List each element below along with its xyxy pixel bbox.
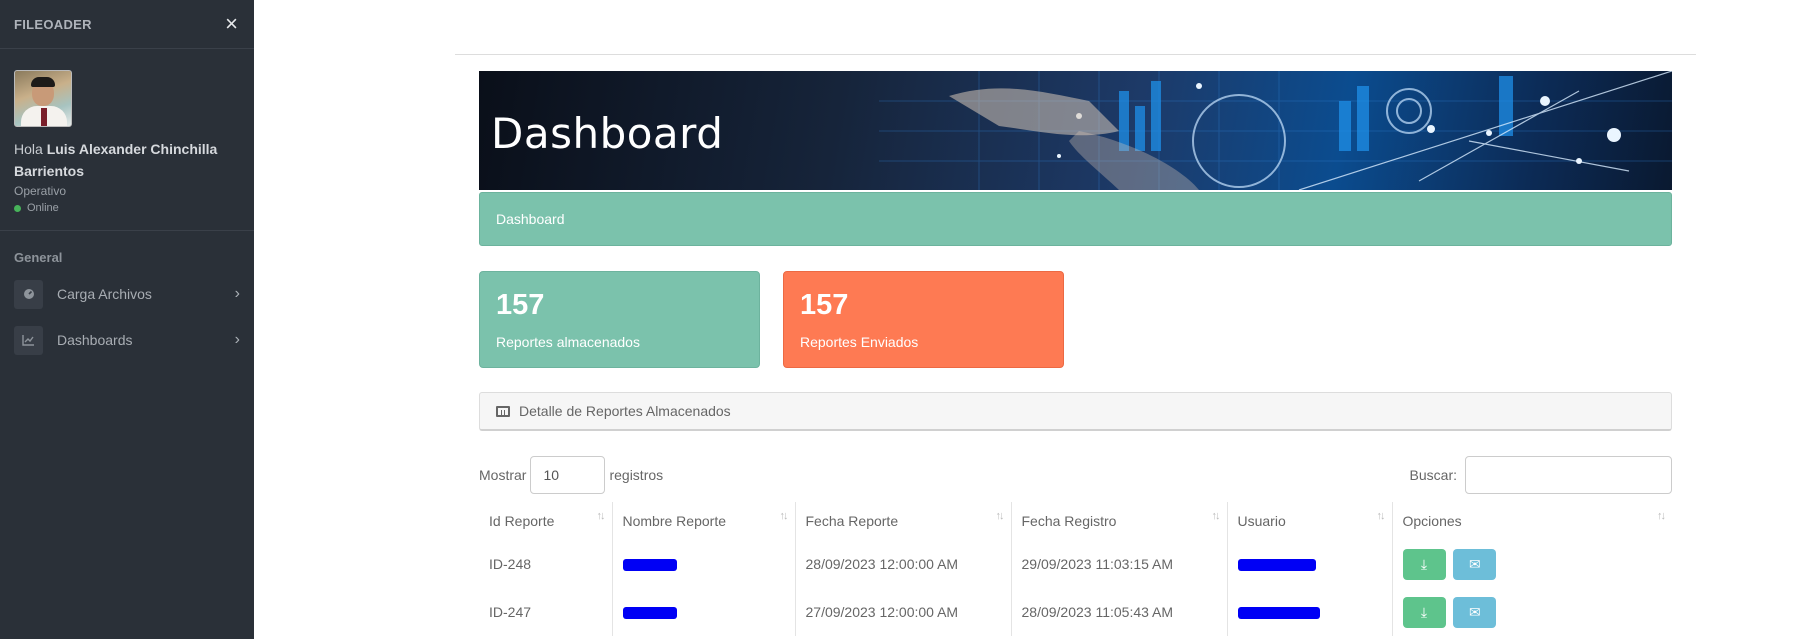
cell-opciones: ⤓ ✉ <box>1392 540 1672 588</box>
divider <box>455 54 1696 55</box>
user-greeting: Hola Luis Alexander Chinchilla Barriento… <box>14 138 240 182</box>
sidebar-item-carga-archivos[interactable]: Carga Archivos › <box>0 271 254 317</box>
sort-icon: ↑↓ <box>1657 510 1666 522</box>
redacted-text <box>1237 607 1320 620</box>
cell-nombre <box>612 588 796 636</box>
page-title: Dashboard <box>491 109 724 158</box>
chevron-right-icon: › <box>234 285 240 302</box>
records-label: registros <box>609 467 664 483</box>
cell-usuario <box>1227 588 1393 636</box>
table-icon <box>496 405 510 417</box>
stat-value: 157 <box>496 289 545 321</box>
send-email-button[interactable]: ✉ <box>1453 596 1497 628</box>
sort-icon: ↑↓ <box>779 510 789 522</box>
dashboard-gauge-icon <box>14 279 43 309</box>
app-brand: FILEOADER <box>14 16 92 32</box>
sort-icon: ↑↓ <box>995 510 1005 522</box>
column-header-fecha-registro[interactable]: Fecha Registro ↑↓ <box>1011 502 1228 540</box>
section-label-general: General <box>14 250 63 265</box>
column-header-id[interactable]: Id Reporte ↑↓ <box>479 502 613 540</box>
main-content: Dashboard Dashboard 157 Reportes almacen… <box>254 0 1807 639</box>
cell-fecha-reporte: 28/09/2023 12:00:00 AM <box>795 540 1012 588</box>
search-control: Buscar: <box>1410 456 1672 494</box>
table-header-row: Id Reporte ↑↓ Nombre Reporte ↑↓ Fecha Repo… <box>479 502 1672 540</box>
table-row: ID-247 27/09/2023 12:00:00 AM 28/09/2023… <box>479 588 1672 636</box>
sort-icon: ↑↓ <box>1376 510 1386 522</box>
show-label: Mostrar <box>479 467 527 483</box>
header-banner: Dashboard <box>479 71 1672 190</box>
redacted-text <box>622 559 677 572</box>
cell-fecha-registro: 28/09/2023 11:05:43 AM <box>1011 588 1228 636</box>
cell-id: ID-247 <box>479 588 613 636</box>
download-button[interactable]: ⤓ <box>1402 548 1446 580</box>
stat-label: Reportes almacenados <box>496 334 640 350</box>
sidebar-item-label: Carga Archivos <box>57 286 152 302</box>
stat-label: Reportes Enviados <box>800 334 919 350</box>
stat-card-enviados: 157 Reportes Enviados <box>783 271 1064 368</box>
user-status: Online <box>14 202 240 214</box>
send-email-button[interactable]: ✉ <box>1453 548 1497 580</box>
sidebar-item-label: Dashboards <box>57 332 133 348</box>
breadcrumb-item[interactable]: Dashboard <box>496 211 565 227</box>
close-icon[interactable]: × <box>225 13 238 35</box>
redacted-text <box>1237 559 1316 572</box>
column-header-fecha-reporte[interactable]: Fecha Reporte ↑↓ <box>795 502 1012 540</box>
stat-card-almacenados: 157 Reportes almacenados <box>479 271 760 368</box>
panel-header: Detalle de Reportes Almacenados <box>479 392 1672 431</box>
sidebar-item-dashboards[interactable]: Dashboards › <box>0 317 254 363</box>
online-dot-icon <box>14 204 21 212</box>
table-controls: Mostrar 10 registros Buscar: <box>479 456 1672 494</box>
line-chart-icon <box>14 325 43 355</box>
user-profile: Hola Luis Alexander Chinchilla Barriento… <box>0 49 254 231</box>
chevron-right-icon: › <box>234 331 240 348</box>
page-length-select[interactable]: 10 <box>530 456 606 494</box>
search-label: Buscar: <box>1409 467 1457 483</box>
panel-title: Detalle de Reportes Almacenados <box>519 403 731 419</box>
user-role: Operativo <box>14 184 67 198</box>
cell-fecha-reporte: 27/09/2023 12:00:00 AM <box>795 588 1012 636</box>
cell-opciones: ⤓ ✉ <box>1392 588 1672 636</box>
sidebar-menu: Carga Archivos › Dashboards › <box>0 271 254 363</box>
stat-value: 157 <box>800 289 849 321</box>
sort-icon: ↑↓ <box>1211 510 1221 522</box>
cell-id: ID-248 <box>479 540 613 588</box>
sort-icon: ↑↓ <box>596 510 606 522</box>
redacted-text <box>622 607 677 620</box>
column-header-opciones[interactable]: Opciones ↑↓ <box>1392 502 1672 540</box>
cell-nombre <box>612 540 796 588</box>
download-button[interactable]: ⤓ <box>1402 596 1446 628</box>
sidebar-header: FILEOADER × <box>0 0 254 49</box>
reports-table: Id Reporte ↑↓ Nombre Reporte ↑↓ Fecha Repo… <box>479 502 1672 636</box>
column-header-nombre[interactable]: Nombre Reporte ↑↓ <box>612 502 796 540</box>
search-input[interactable] <box>1465 456 1672 494</box>
cell-fecha-registro: 29/09/2023 11:03:15 AM <box>1011 540 1228 588</box>
sidebar: FILEOADER × Hola Luis Alexander Chinchil… <box>0 0 254 639</box>
breadcrumb: Dashboard <box>479 192 1672 246</box>
greeting-prefix: Hola <box>14 141 43 157</box>
avatar <box>14 70 72 127</box>
cell-usuario <box>1227 540 1393 588</box>
user-name: Luis Alexander Chinchilla Barrientos <box>14 141 218 179</box>
table-row: ID-248 28/09/2023 12:00:00 AM 29/09/2023… <box>479 540 1672 588</box>
column-header-usuario[interactable]: Usuario ↑↓ <box>1227 502 1393 540</box>
status-label: Online <box>27 202 59 214</box>
page-length-control: Mostrar 10 registros <box>479 456 663 494</box>
